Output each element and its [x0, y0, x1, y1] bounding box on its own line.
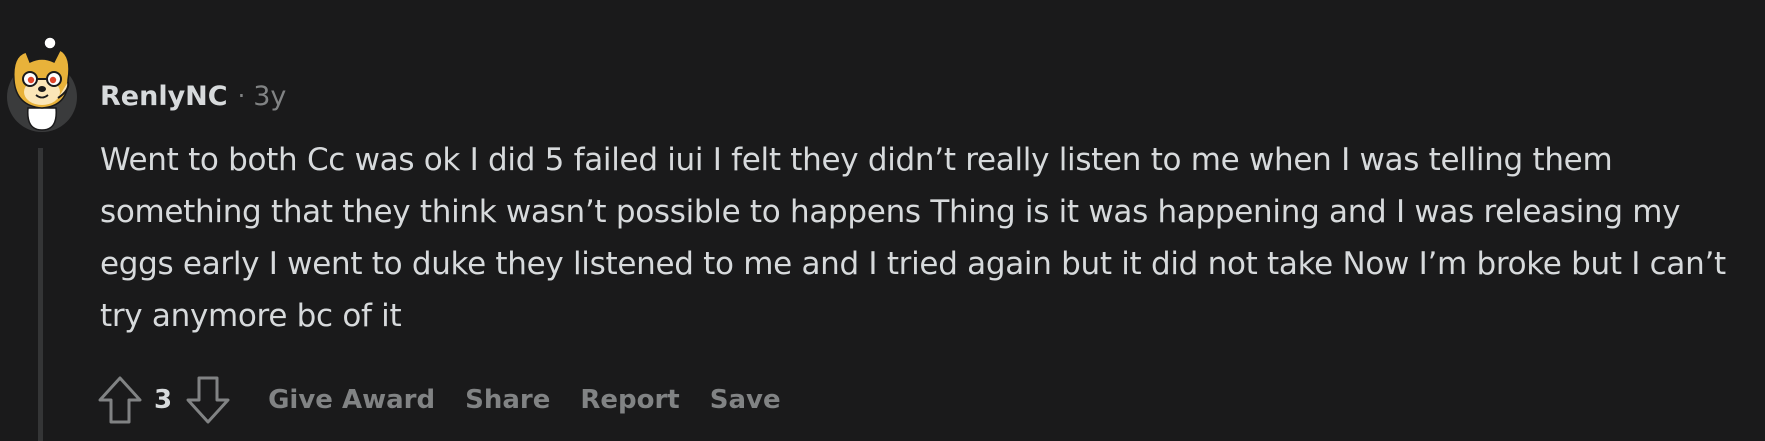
give-award-button[interactable]: Give Award: [268, 385, 435, 415]
downvote-button[interactable]: [182, 372, 234, 428]
arrow-down-icon: [186, 376, 230, 424]
share-button[interactable]: Share: [465, 385, 550, 415]
comment-actions: 3 Give Award Share Report Save: [94, 370, 781, 430]
comment-body: Went to both Cc was ok I did 5 failed iu…: [100, 142, 1726, 334]
arrow-up-icon: [98, 376, 142, 424]
comment-timestamp[interactable]: 3y: [253, 81, 286, 112]
comment-header: RenlyNC · 3y: [100, 76, 286, 116]
meta-separator: ·: [237, 82, 246, 110]
thread-collapse-line[interactable]: [38, 148, 43, 441]
comment: RenlyNC · 3y Went to both Cc was ok I di…: [0, 0, 1765, 441]
save-button[interactable]: Save: [710, 385, 781, 415]
vote-score: 3: [154, 385, 173, 415]
avatar[interactable]: [6, 34, 80, 132]
report-button[interactable]: Report: [580, 385, 679, 415]
upvote-button[interactable]: [94, 372, 146, 428]
snoo-avatar-icon: [7, 36, 77, 132]
username-link[interactable]: RenlyNC: [100, 81, 228, 112]
